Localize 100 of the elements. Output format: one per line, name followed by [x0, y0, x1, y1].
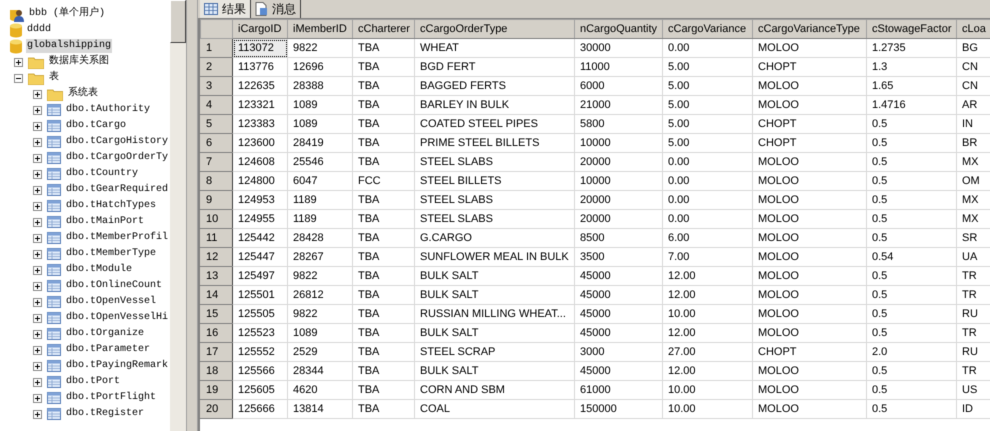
tree-item[interactable]: 系统表 — [67, 87, 99, 101]
collapse-toggle[interactable] — [14, 74, 23, 82]
scrollbar[interactable] — [170, 0, 186, 431]
tree-item[interactable]: dbo.tCargo — [65, 119, 128, 133]
row-number[interactable]: 8 — [200, 172, 232, 190]
column-header[interactable]: cCargoVarianceType — [752, 20, 866, 38]
table-cell: BAGGED FERTS — [414, 76, 574, 96]
row-number[interactable]: 10 — [200, 210, 232, 228]
column-header[interactable]: cLoa — [956, 20, 990, 38]
table-cell: 20000 — [574, 190, 662, 210]
tree-item[interactable]: dbo.tGearRequired — [65, 183, 170, 197]
row-number[interactable]: 19 — [200, 380, 232, 400]
column-header[interactable]: cStowageFactor — [866, 20, 956, 38]
row-number[interactable]: 1 — [200, 38, 232, 58]
expand-toggle[interactable] — [33, 218, 42, 226]
table-icon — [47, 408, 61, 420]
table-cell: 28419 — [288, 134, 352, 152]
expand-toggle[interactable] — [33, 186, 42, 194]
expand-toggle[interactable] — [33, 106, 42, 114]
tree-item[interactable]: dbo.tPort — [65, 375, 122, 389]
tree-item[interactable]: dbo.tMemberProfil — [65, 231, 170, 245]
table-cell: 11000 — [574, 58, 662, 76]
tree-item[interactable]: dbo.tPortFlight — [65, 391, 158, 405]
row-number[interactable]: 2 — [200, 58, 232, 76]
expand-toggle[interactable] — [33, 330, 42, 338]
expand-toggle[interactable] — [33, 298, 42, 306]
result-tab[interactable]: 结果 — [200, 0, 251, 18]
row-number[interactable]: 4 — [200, 96, 232, 114]
table-cell: 122635 — [232, 76, 288, 96]
expand-toggle[interactable] — [33, 362, 42, 370]
tree-item[interactable]: dbo.tCargoHistory — [65, 135, 170, 149]
tree-item[interactable]: dbo.tOpenVessel — [65, 295, 158, 309]
column-header[interactable]: iCargoID — [232, 20, 288, 38]
tree-item[interactable]: dbo.tRegister — [65, 407, 146, 421]
grid-icon — [204, 3, 218, 15]
tree-item[interactable]: dddd — [26, 23, 52, 37]
table-icon — [47, 232, 61, 244]
tree-item[interactable]: dbo.tParameter — [65, 343, 152, 357]
tree-item[interactable]: dbo.tOnlineCount — [65, 279, 164, 293]
tree-item[interactable]: dbo.tAuthority — [65, 103, 152, 117]
tree-item[interactable]: globalshipping — [26, 39, 112, 53]
expand-toggle[interactable] — [33, 314, 42, 322]
expand-toggle[interactable] — [33, 282, 42, 290]
expand-toggle[interactable] — [33, 170, 42, 178]
tree-item[interactable]: 数据库关系图 — [48, 55, 110, 69]
column-header[interactable]: cCargoVariance — [662, 20, 752, 38]
expand-toggle[interactable] — [14, 58, 23, 66]
expand-toggle[interactable] — [33, 250, 42, 258]
tree-item[interactable]: dbo.tOpenVesselHi — [65, 311, 170, 325]
column-header[interactable]: cCargoOrderType — [414, 20, 574, 38]
row-number[interactable]: 15 — [200, 304, 232, 324]
tree-item[interactable]: dbo.tModule — [65, 263, 134, 277]
column-header[interactable]: iMemberID — [288, 20, 352, 38]
table-cell: 0.00 — [662, 152, 752, 172]
row-number[interactable]: 11 — [200, 228, 232, 248]
table-icon — [47, 216, 61, 228]
row-number[interactable]: 16 — [200, 324, 232, 342]
expand-toggle[interactable] — [33, 154, 42, 162]
expand-toggle[interactable] — [33, 410, 42, 418]
table-icon — [47, 328, 61, 340]
row-number[interactable]: 5 — [200, 114, 232, 134]
table-cell: TBA — [352, 362, 414, 380]
tree-item[interactable]: 表 — [48, 71, 60, 85]
table-cell: 0.5 — [866, 114, 956, 134]
row-number[interactable]: 13 — [200, 266, 232, 286]
tree-item[interactable]: dbo.tMemberType — [65, 247, 158, 261]
table-cell: WHEAT — [414, 38, 574, 58]
tree-item[interactable]: dbo.tOrganize — [65, 327, 146, 341]
table-cell: MOLOO — [752, 362, 866, 380]
expand-toggle[interactable] — [33, 266, 42, 274]
row-number[interactable]: 14 — [200, 286, 232, 304]
expand-toggle[interactable] — [33, 90, 42, 98]
row-number[interactable]: 12 — [200, 248, 232, 266]
row-number[interactable]: 3 — [200, 76, 232, 96]
row-number[interactable]: 9 — [200, 190, 232, 210]
tree-item[interactable]: dbo.tPayingRemark — [65, 359, 170, 373]
row-number[interactable]: 20 — [200, 400, 232, 418]
table-cell: 1089 — [288, 114, 352, 134]
table-cell: TBA — [352, 380, 414, 400]
expand-toggle[interactable] — [33, 138, 42, 146]
row-number[interactable]: 7 — [200, 152, 232, 172]
expand-toggle[interactable] — [33, 394, 42, 402]
table-cell: 5800 — [574, 114, 662, 134]
column-header[interactable]: cCharterer — [352, 20, 414, 38]
tree-item[interactable]: dbo.tMainPort — [65, 215, 146, 229]
expand-toggle[interactable] — [33, 346, 42, 354]
row-number[interactable]: 17 — [200, 342, 232, 362]
row-number[interactable]: 18 — [200, 362, 232, 380]
expand-toggle[interactable] — [33, 378, 42, 386]
expand-toggle[interactable] — [33, 202, 42, 210]
table-cell: BULK SALT — [414, 324, 574, 342]
column-header[interactable]: nCargoQuantity — [574, 20, 662, 38]
tree-item[interactable]: dbo.tHatchTypes — [65, 199, 158, 213]
tree-item[interactable]: dbo.tCountry — [65, 167, 140, 181]
tree-item[interactable]: dbo.tCargoOrderTy — [65, 151, 170, 165]
expand-toggle[interactable] — [33, 122, 42, 130]
scrollbar-thumb[interactable] — [170, 0, 186, 43]
expand-toggle[interactable] — [33, 234, 42, 242]
row-number[interactable]: 6 — [200, 134, 232, 152]
tree-item[interactable]: bbb (单个用户) — [28, 7, 106, 21]
